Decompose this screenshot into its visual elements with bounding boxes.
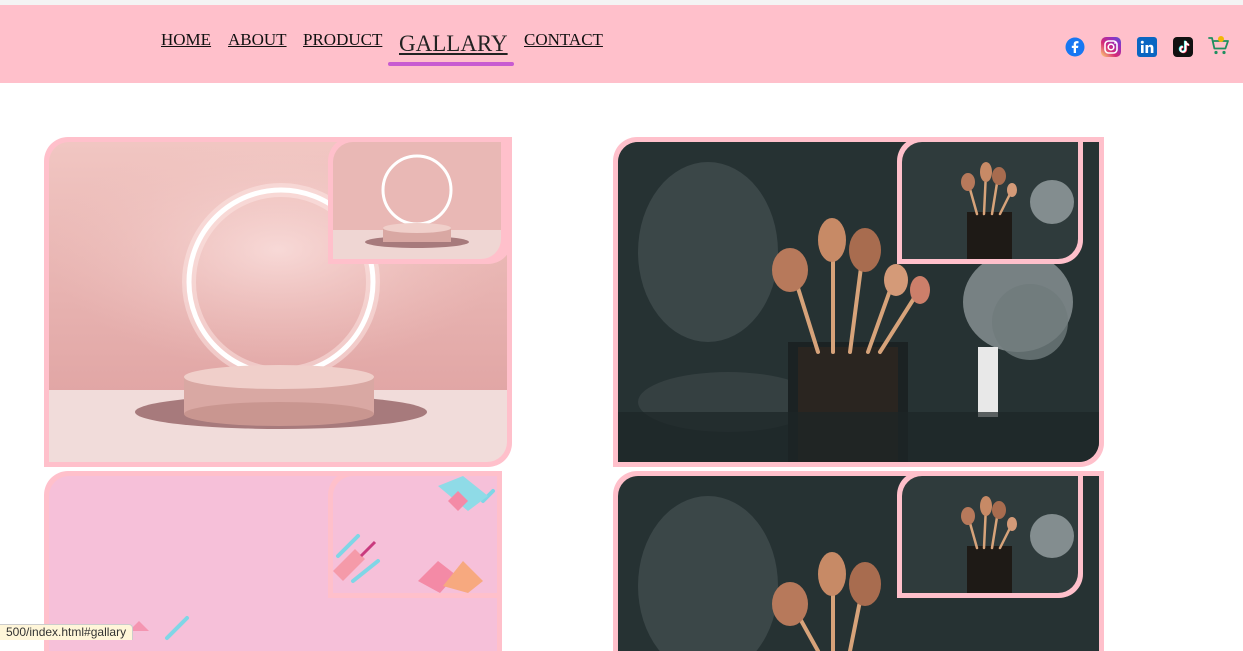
nav-link-contact[interactable]: CONTACT — [524, 30, 603, 50]
nav-link-gallary[interactable]: GALLARY — [399, 31, 508, 57]
active-nav-indicator — [388, 62, 514, 66]
navbar: HOME ABOUT PRODUCT GALLARY CONTACT — [0, 5, 1243, 83]
gallery-thumbnail[interactable] — [328, 137, 512, 264]
tiktok-icon[interactable] — [1173, 37, 1193, 57]
gallery-card[interactable] — [44, 137, 512, 467]
facebook-icon[interactable] — [1065, 37, 1085, 57]
nav-link-product[interactable]: PRODUCT — [303, 30, 382, 50]
shopping-cart-icon[interactable] — [1208, 35, 1230, 57]
gallery-card[interactable] — [613, 471, 1104, 651]
link-status-bar: 500/index.html#gallary — [0, 624, 134, 640]
linkedin-icon[interactable] — [1137, 37, 1157, 57]
nav-link-about[interactable]: ABOUT — [228, 30, 287, 50]
gallery-card[interactable] — [613, 137, 1104, 467]
gallery-thumbnail[interactable] — [328, 471, 502, 598]
gallery-thumbnail[interactable] — [897, 137, 1083, 264]
nav-link-home[interactable]: HOME — [161, 30, 211, 50]
gallery-thumbnail[interactable] — [897, 471, 1083, 598]
instagram-icon[interactable] — [1101, 37, 1121, 57]
